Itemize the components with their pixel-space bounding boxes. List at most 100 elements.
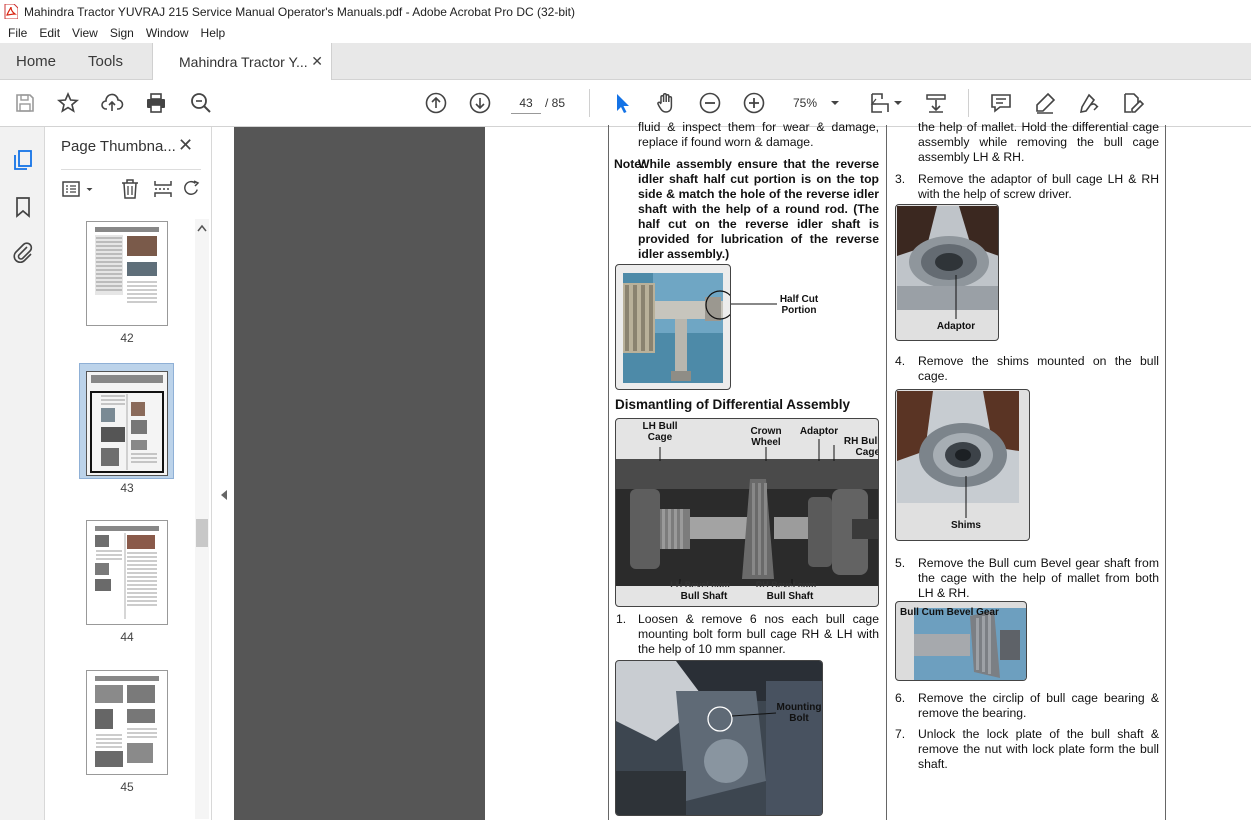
left-navigation-rail xyxy=(0,127,45,820)
bevel-gear-photo xyxy=(914,608,1026,680)
thumbnail-label-45: 45 xyxy=(120,780,134,794)
page-preview xyxy=(95,227,159,303)
figure-differential-assembly: LH Bull Cage Crown Wheel Adaptor RH Bull… xyxy=(615,418,879,607)
highlight-pen-icon[interactable] xyxy=(1033,91,1057,115)
document-view[interactable]: fluid & inspect them for wear & damage, … xyxy=(234,120,1251,820)
thumbnail-label-43: 43 xyxy=(120,481,134,495)
hand-tool-icon[interactable] xyxy=(654,91,678,115)
next-page-icon[interactable] xyxy=(468,91,492,115)
page-number-input[interactable]: 43 xyxy=(511,92,541,114)
options-chevron-icon[interactable] xyxy=(85,185,94,194)
caption-bull-cum-bevel-gear: Bull Cum Bevel Gear xyxy=(900,607,999,618)
step-6-text: Remove the circlip of bull cage bearing … xyxy=(918,691,1159,720)
page-layout-icon[interactable] xyxy=(868,91,892,115)
figure-adaptor: Adaptor xyxy=(895,204,999,341)
attachments-paperclip-icon[interactable] xyxy=(11,240,35,264)
menu-sign[interactable]: Sign xyxy=(104,26,140,40)
edit-pdf-icon[interactable] xyxy=(1121,91,1145,115)
section-heading-differential: Dismantling of Differential Assembly xyxy=(615,397,851,412)
step-6-number: 6. xyxy=(895,691,906,705)
zoom-out-icon[interactable] xyxy=(698,91,722,115)
toolbar-separator xyxy=(968,89,969,117)
draw-sign-icon[interactable] xyxy=(1077,91,1101,115)
comment-icon[interactable] xyxy=(989,91,1013,115)
step-4-number: 4. xyxy=(895,354,906,368)
menu-window[interactable]: Window xyxy=(140,26,195,40)
bookmarks-icon[interactable] xyxy=(11,195,35,219)
step-3-number: 3. xyxy=(895,172,906,186)
label-lh-bevel-cum: LH Bevel cum xyxy=(670,581,730,587)
callout-leader-line xyxy=(731,712,777,717)
page-preview xyxy=(95,676,159,767)
page-thumbnails-panel: Page Thumbna... ✕ 42 43 44 45 xyxy=(45,127,212,820)
callout-leader-line xyxy=(731,303,777,305)
panel-collapse-strip[interactable] xyxy=(212,127,234,820)
label-rh-bevel-cum: RH Bevel cum xyxy=(755,581,817,587)
save-icon[interactable] xyxy=(13,91,37,115)
step-5-text: Remove the Bull cum Bevel gear shaft fro… xyxy=(918,556,1159,600)
tab-document[interactable]: Mahindra Tractor Y... ✕ xyxy=(152,43,332,81)
figure-half-cut-portion xyxy=(615,264,731,390)
zoom-level-input[interactable]: 75% xyxy=(786,92,846,114)
insert-page-icon[interactable] xyxy=(151,177,175,201)
collapse-arrow-icon[interactable] xyxy=(221,490,227,500)
tab-tools[interactable]: Tools xyxy=(88,43,123,80)
page-preview xyxy=(87,372,167,475)
previous-page-icon[interactable] xyxy=(424,91,448,115)
step-7-text: Unlock the lock plate of the bull shaft … xyxy=(918,727,1159,771)
caption-shims: Shims xyxy=(950,520,981,531)
thumbnail-page-45[interactable] xyxy=(86,670,168,775)
delete-page-icon[interactable] xyxy=(118,177,142,201)
label-rh-bull-cage: RH Bull Cage xyxy=(843,436,879,458)
panel-divider xyxy=(61,169,201,170)
thumbnail-page-43[interactable] xyxy=(86,371,168,476)
pdf-page: fluid & inspect them for wear & damage, … xyxy=(485,120,1251,820)
tab-home[interactable]: Home xyxy=(16,43,56,80)
label-crown-wheel: Crown Wheel xyxy=(750,426,782,448)
label-lh-bull-shaft: Bull Shaft xyxy=(680,591,728,602)
thumbnail-options-icon[interactable] xyxy=(60,177,84,201)
thumbnail-label-44: 44 xyxy=(120,630,134,644)
page-preview xyxy=(95,526,159,619)
figure-shims: Shims xyxy=(895,389,1030,541)
print-icon[interactable] xyxy=(144,91,168,115)
page-thumbnails-icon[interactable] xyxy=(11,148,35,172)
menu-file[interactable]: File xyxy=(2,26,33,40)
callout-circle xyxy=(705,290,730,320)
step-7-number: 7. xyxy=(895,727,906,741)
window-title: Mahindra Tractor YUVRAJ 215 Service Manu… xyxy=(24,4,575,19)
scroll-up-icon[interactable] xyxy=(197,224,207,232)
caption-mounting-bolt: Mounting Bolt xyxy=(776,702,822,724)
panel-title: Page Thumbna... xyxy=(61,138,176,155)
menu-view[interactable]: View xyxy=(66,26,104,40)
step-5-number: 5. xyxy=(895,556,906,570)
menu-edit[interactable]: Edit xyxy=(33,26,66,40)
scroll-mode-icon[interactable] xyxy=(924,91,948,115)
upload-cloud-icon[interactable] xyxy=(100,91,124,115)
close-panel-icon[interactable]: ✕ xyxy=(178,135,193,156)
page-total: / 85 xyxy=(545,96,566,110)
zoom-search-icon[interactable] xyxy=(189,91,213,115)
star-icon[interactable] xyxy=(56,91,80,115)
figure-mounting-bolt: Mounting Bolt xyxy=(615,660,823,816)
callout-leader-line xyxy=(965,476,967,518)
caption-adaptor: Adaptor xyxy=(936,321,976,332)
menu-help[interactable]: Help xyxy=(195,26,232,40)
select-cursor-icon[interactable] xyxy=(610,91,634,115)
tab-bar: Home Tools Mahindra Tractor Y... ✕ xyxy=(0,43,1251,81)
zoom-in-icon[interactable] xyxy=(742,91,766,115)
rotate-page-icon[interactable] xyxy=(183,177,207,201)
scrollbar-thumb[interactable] xyxy=(196,519,208,547)
close-tab-icon[interactable]: ✕ xyxy=(311,53,323,70)
label-lh-bull-cage: LH Bull Cage xyxy=(642,421,678,443)
step-1-text: Loosen & remove 6 nos each bull cage mou… xyxy=(638,612,879,656)
thumbnail-page-42[interactable] xyxy=(86,221,168,326)
menu-bar: File Edit View Sign Window Help xyxy=(0,23,1251,43)
thumbnail-page-44[interactable] xyxy=(86,520,168,625)
paragraph-top-right: the help of mallet. Hold the differentia… xyxy=(918,120,1159,164)
caption-half-cut-portion: Half Cut Portion xyxy=(779,294,819,316)
label-adaptor: Adaptor xyxy=(799,426,839,437)
page-layout-chevron-icon[interactable] xyxy=(892,97,904,109)
title-bar: Mahindra Tractor YUVRAJ 215 Service Manu… xyxy=(0,0,1251,23)
toolbar-separator xyxy=(589,89,590,117)
